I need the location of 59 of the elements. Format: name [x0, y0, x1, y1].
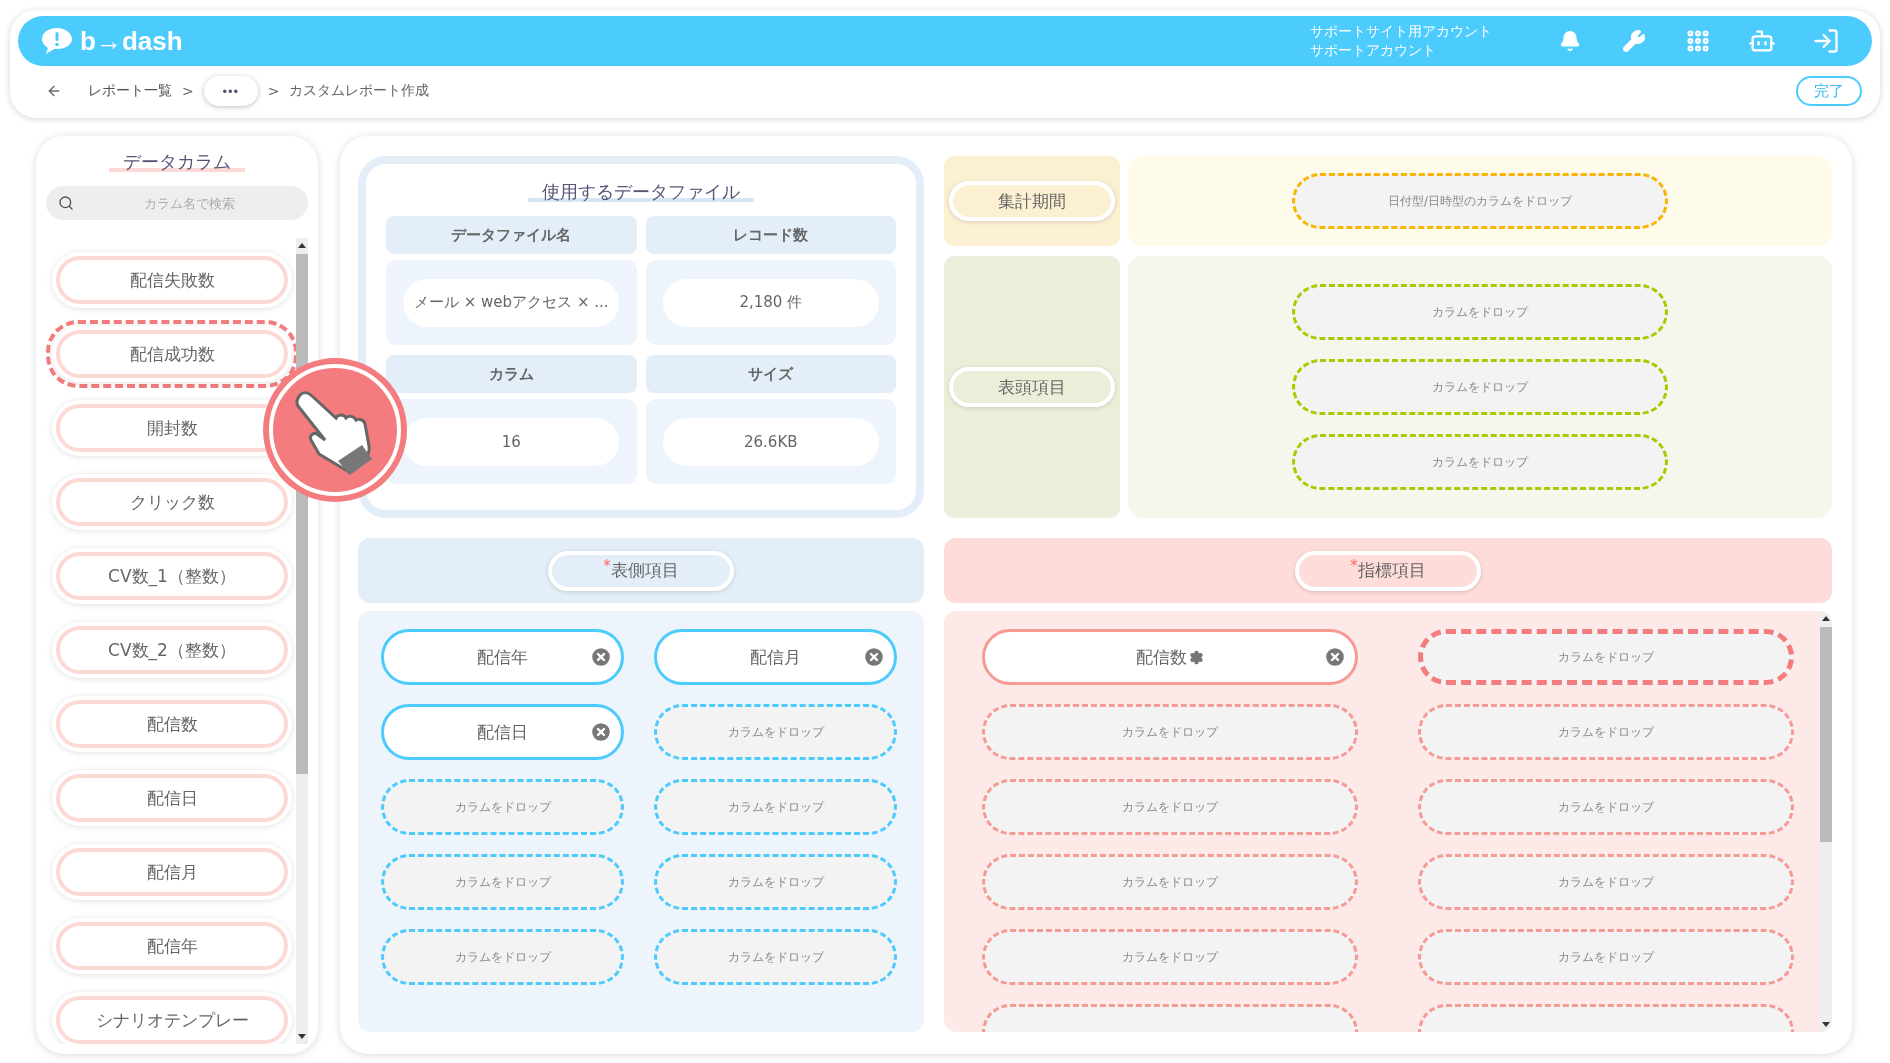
required-mark: *: [603, 556, 611, 575]
drop-zone[interactable]: カラムをドロップ: [381, 779, 624, 835]
breadcrumb-separator: >: [182, 83, 194, 99]
section-label: 集計期間: [949, 181, 1115, 221]
required-mark: *: [1350, 556, 1358, 575]
drop-zone[interactable]: カラムをドロップ: [982, 929, 1358, 985]
remove-button[interactable]: [589, 720, 613, 744]
drop-zone[interactable]: カラムをドロップ: [654, 704, 897, 760]
field-value: 16: [403, 417, 620, 466]
logo-icon: [40, 26, 74, 56]
field-label: サイズ: [645, 355, 896, 393]
drop-zone[interactable]: カラムをドロップ: [982, 854, 1358, 910]
breadcrumb-link[interactable]: レポート一覧: [88, 82, 172, 100]
field-label: データファイル名: [386, 216, 637, 254]
drop-zone[interactable]: カラムをドロップ: [381, 854, 624, 910]
search-icon: [58, 195, 74, 211]
drop-zone[interactable]: カラムをドロップ: [1418, 929, 1794, 985]
account-name: サポートアカウント: [1310, 41, 1437, 60]
drop-zone[interactable]: カラムをドロップ: [1418, 854, 1794, 910]
field-label: レコード数: [645, 216, 896, 254]
remove-button[interactable]: [589, 645, 613, 669]
drop-zone[interactable]: カラムをドロップ: [654, 929, 897, 985]
drop-zone[interactable]: カラムをドロップ: [1292, 284, 1668, 340]
drop-zone[interactable]: カラムをドロップ: [982, 779, 1358, 835]
field-label: カラム: [386, 355, 637, 393]
drop-zone[interactable]: カラムをドロップ: [1418, 704, 1794, 760]
account-name: サポートサイト用アカウント: [1310, 22, 1492, 41]
chip-label: 配信数: [1136, 645, 1204, 669]
drop-zone[interactable]: カラムをドロップ: [1292, 359, 1668, 415]
field-value: 2,180 件: [662, 278, 879, 327]
drop-zone[interactable]: カラムをドロップ: [982, 704, 1358, 760]
drop-zone[interactable]: カラムをドロップ: [381, 929, 624, 985]
dragged-column-item[interactable]: 配信成功数: [46, 320, 296, 388]
search-field[interactable]: カラム名で検索: [46, 186, 308, 220]
field-value: 26.6KB: [662, 417, 879, 466]
more-button[interactable]: •••: [203, 76, 258, 106]
chip-label: 配信日: [477, 720, 528, 744]
remove-button[interactable]: [862, 645, 886, 669]
card-title: 使用するデータファイル: [528, 180, 754, 204]
breadcrumb-current: カスタムレポート作成: [289, 82, 430, 100]
logo-text: b→dash: [80, 25, 183, 57]
settings-icon[interactable]: [1189, 649, 1204, 665]
section-label: *指標項目: [1295, 550, 1481, 591]
drop-zone[interactable]: カラムをドロップ: [1292, 434, 1668, 490]
drop-zone[interactable]: カラムをドロップ: [1418, 629, 1794, 685]
section-label: *表側項目: [548, 550, 734, 591]
chip-label: 配信年: [477, 645, 528, 669]
chip-label: 配信月: [750, 645, 801, 669]
drop-zone[interactable]: カラムをドロップ: [654, 854, 897, 910]
drop-zone[interactable]: カラムをドロップ: [654, 779, 897, 835]
scrollbar[interactable]: [1820, 611, 1832, 1032]
section-label: 表頭項目: [949, 367, 1115, 407]
remove-button[interactable]: [1323, 645, 1347, 669]
back-icon[interactable]: [46, 83, 62, 99]
breadcrumb-separator: >: [267, 83, 280, 99]
done-button[interactable]: 完了: [1796, 76, 1862, 106]
drop-zone[interactable]: 日付型/日時型のカラムをドロップ: [1292, 173, 1668, 229]
drop-zone[interactable]: カラムをドロップ: [1418, 779, 1794, 835]
field-value: メール × webアクセス × ...: [403, 278, 620, 327]
